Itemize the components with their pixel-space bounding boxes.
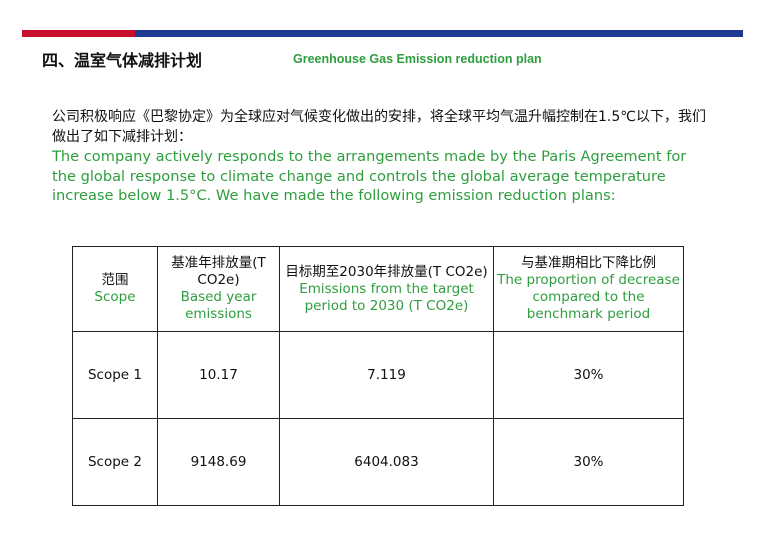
- section-title-zh: 四、温室气体减排计划: [42, 51, 203, 70]
- column-header-base-year: 基准年排放量(T CO2e) Based year emissions: [157, 246, 280, 332]
- cell-target-emissions: 7.119: [279, 331, 494, 419]
- column-header-decrease: 与基准期相比下降比例 The proportion of decrease co…: [493, 246, 684, 332]
- intro-text-zh: 公司积极响应《巴黎协定》为全球应对气候变化做出的安排，将全球平均气温升幅控制在1…: [52, 109, 706, 145]
- cell-base-emissions: 9148.69: [157, 418, 280, 506]
- column-header-en: The proportion of decrease compared to t…: [497, 272, 680, 322]
- table-header-row: 范围 Scope 基准年排放量(T CO2e) Based year emiss…: [72, 246, 684, 332]
- header-color-bar: [22, 30, 743, 37]
- column-header-zh: 范围: [101, 272, 129, 288]
- table-row: Scope 2 9148.69 6404.083 30%: [72, 418, 684, 506]
- column-header-zh: 与基准期相比下降比例: [521, 255, 656, 271]
- column-header-scope: 范围 Scope: [72, 246, 158, 332]
- emission-reduction-table: 范围 Scope 基准年排放量(T CO2e) Based year emiss…: [72, 246, 684, 506]
- column-header-zh: 基准年排放量(T CO2e): [171, 255, 266, 288]
- section-title-en: Greenhouse Gas Emission reduction plan: [293, 52, 542, 66]
- cell-base-emissions: 10.17: [157, 331, 280, 419]
- column-header-en: Emissions from the target period to 2030…: [299, 280, 474, 314]
- column-header-zh: 目标期至2030年排放量(T CO2e): [285, 263, 488, 280]
- cell-scope: Scope 2: [72, 418, 158, 506]
- column-header-en: Based year emissions: [180, 289, 257, 322]
- column-header-en: Scope: [94, 289, 136, 305]
- column-header-target-2030: 目标期至2030年排放量(T CO2e) Emissions from the …: [279, 246, 494, 332]
- cell-scope: Scope 1: [72, 331, 158, 419]
- header-bar-red-segment: [22, 30, 135, 37]
- cell-decrease: 30%: [493, 418, 684, 506]
- header-bar-blue-segment: [135, 30, 743, 37]
- table-row: Scope 1 10.17 7.119 30%: [72, 331, 684, 419]
- cell-decrease: 30%: [493, 331, 684, 419]
- intro-paragraph: 公司积极响应《巴黎协定》为全球应对气候变化做出的安排，将全球平均气温升幅控制在1…: [52, 108, 712, 206]
- intro-text-en: The company actively responds to the arr…: [52, 148, 687, 204]
- cell-target-emissions: 6404.083: [279, 418, 494, 506]
